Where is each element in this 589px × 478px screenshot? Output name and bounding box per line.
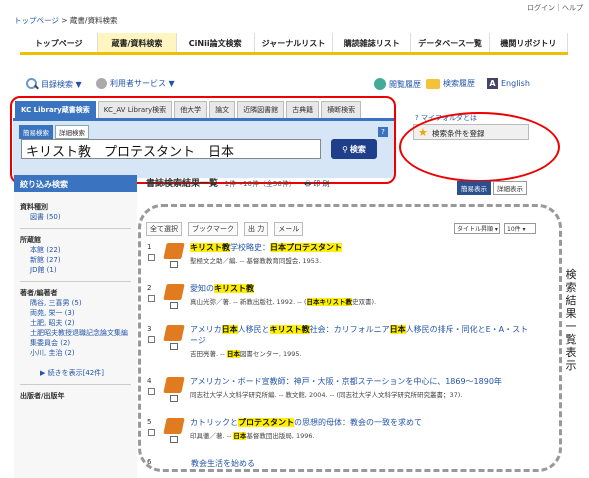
divider	[20, 228, 131, 229]
service-row: 目録検索 ▼ 利用者サービス ▼ 閲覧履歴 検索履歴 A English	[26, 78, 566, 94]
facet-item[interactable]: 土肥昭夫教授退職記念論文集編	[30, 328, 131, 338]
english-label: English	[501, 79, 530, 88]
top-right-links[interactable]: ログイン｜ヘルプ	[527, 3, 583, 13]
refine-sidebar: 絞り込み検索 資料種別 図書 (50) 所蔵館 本館 (22) 新館 (27) …	[14, 175, 137, 478]
facet-item[interactable]: 隅谷, 三喜男 (5)	[30, 298, 131, 308]
facet-item[interactable]: 図書 (50)	[30, 212, 131, 222]
english-link[interactable]: A English	[487, 78, 530, 89]
show-more-link[interactable]: ▶ 続きを表示[42件]	[40, 368, 131, 378]
nav-catalog[interactable]: 蔵書/資料検索	[98, 33, 177, 52]
nav-journal-list[interactable]: ジャーナルリスト	[254, 33, 334, 52]
print-button[interactable]: 🖶 印 刷	[304, 180, 329, 188]
breadcrumb-separator: >	[58, 16, 70, 25]
facet-item[interactable]: JD館 (1)	[30, 265, 131, 275]
tab-detail-view[interactable]: 詳細表示	[493, 181, 527, 195]
user-service-menu[interactable]: 利用者サービス ▼	[96, 78, 175, 89]
refine-heading: 絞り込み検索	[14, 175, 137, 192]
view-history-label: 閲覧履歴	[389, 79, 421, 89]
tab-simple-view[interactable]: 簡易表示	[457, 181, 491, 195]
facet-title-type: 資料種別	[20, 203, 48, 211]
divider	[20, 384, 131, 385]
language-icon: A	[487, 78, 498, 89]
search-history-label: 検索履歴	[443, 79, 475, 88]
folder-icon	[426, 78, 440, 89]
highlight-ring-save	[399, 112, 560, 182]
highlight-ring-search	[10, 96, 396, 184]
main-nav: トップページ 蔵書/資料検索 CiNii論文検索 ジャーナルリスト 購読雑誌リス…	[20, 33, 568, 55]
results-count: 1件〜10件（全50件）	[224, 180, 296, 188]
results-annotation: 検索結果一覧表示	[565, 268, 577, 372]
nav-subscribed[interactable]: 購読雑誌リスト	[333, 33, 412, 52]
view-history-link[interactable]: 閲覧履歴	[374, 78, 421, 90]
breadcrumb-home[interactable]: トップページ	[14, 16, 59, 25]
facet-item[interactable]: 新館 (27)	[30, 255, 131, 265]
history-icon	[374, 78, 386, 90]
facet-item[interactable]: 両苑, 栄一 (3)	[30, 308, 131, 318]
facet-title-publisher: 出版者/出版年	[20, 392, 65, 400]
user-icon	[96, 78, 107, 89]
facet-item[interactable]: 土肥, 昭夫 (2)	[30, 318, 131, 328]
user-service-label: 利用者サービス ▼	[110, 79, 175, 88]
view-mode-tabs: 簡易表示 詳細表示	[457, 181, 527, 195]
catalog-search-label: 目録検索 ▼	[41, 79, 82, 89]
search-icon	[26, 78, 38, 90]
show-more-label: 続きを表示[42件]	[47, 369, 104, 377]
breadcrumb: トップページ > 蔵書/資料検索	[14, 15, 117, 26]
facet-item[interactable]: 本館 (22)	[30, 245, 131, 255]
facet-item[interactable]: 集委員会 (2)	[30, 338, 131, 348]
nav-repository[interactable]: 機関リポジトリ	[489, 33, 568, 52]
nav-database[interactable]: データベース一覧	[411, 33, 490, 52]
print-label: 印 刷	[313, 180, 330, 188]
facet-item[interactable]: 小川, 圭治 (2)	[30, 348, 131, 358]
nav-cinii[interactable]: CiNii論文検索	[176, 33, 255, 52]
divider	[20, 281, 131, 282]
nav-top[interactable]: トップページ	[20, 33, 99, 52]
highlight-ring-results	[138, 204, 562, 472]
results-title: 書誌検索結果一覧	[146, 179, 219, 189]
breadcrumb-current: 蔵書/資料検索	[69, 16, 118, 25]
catalog-search-menu[interactable]: 目録検索 ▼	[26, 78, 82, 90]
search-history-link[interactable]: 検索履歴	[426, 78, 475, 89]
facet-title-location: 所蔵館	[20, 236, 41, 244]
facet-title-author: 著者/編著者	[20, 289, 58, 297]
